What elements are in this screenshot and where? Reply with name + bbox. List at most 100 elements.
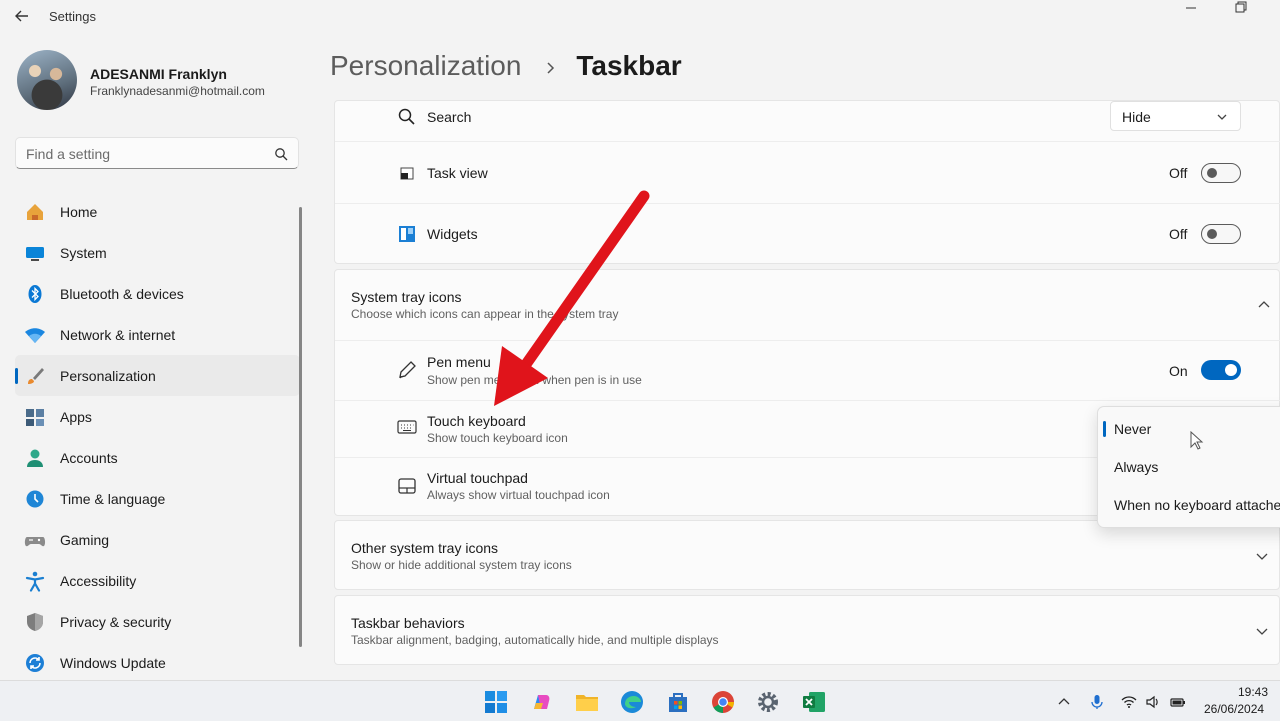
- store-icon[interactable]: [665, 689, 691, 715]
- task-view-toggle[interactable]: [1201, 163, 1241, 183]
- chevron-right-icon: [547, 62, 554, 74]
- setting-title: Touch keyboard: [427, 413, 526, 429]
- clock-time[interactable]: 19:43: [1238, 685, 1268, 699]
- sidebar-item-windows-update[interactable]: Windows Update: [15, 642, 300, 683]
- setting-subtitle: Show touch keyboard icon: [427, 431, 568, 445]
- sidebar-item-apps[interactable]: Apps: [15, 396, 300, 437]
- app-title: Settings: [49, 9, 96, 24]
- search-icon: [398, 108, 415, 125]
- search-icon[interactable]: [274, 147, 288, 161]
- gaming-icon: [24, 537, 46, 547]
- section-subtitle: Show or hide additional system tray icon…: [351, 558, 572, 572]
- search-mode-dropdown[interactable]: Hide: [1110, 101, 1241, 131]
- sidebar-item-system[interactable]: System: [15, 232, 300, 273]
- menu-option-when-no-keyboard[interactable]: When no keyboard attached: [1114, 497, 1280, 513]
- setting-title: Pen menu: [427, 354, 491, 370]
- sidebar-item-bluetooth[interactable]: Bluetooth & devices: [15, 273, 300, 314]
- volume-icon[interactable]: [1145, 694, 1161, 710]
- menu-option-always[interactable]: Always: [1114, 459, 1158, 475]
- chevron-down-icon: [1217, 114, 1227, 120]
- sidebar-item-accounts[interactable]: Accounts: [15, 437, 300, 478]
- wifi-icon: [25, 328, 45, 343]
- chevron-down-icon[interactable]: [1255, 624, 1269, 638]
- chrome-icon[interactable]: [710, 689, 736, 715]
- pen-menu-toggle[interactable]: [1201, 360, 1241, 380]
- page-title: Taskbar: [576, 50, 682, 81]
- windows-update-icon: [26, 654, 44, 672]
- taskbar-behaviors-card[interactable]: Taskbar behaviors Taskbar alignment, bad…: [334, 595, 1280, 665]
- toggle-state-label: Off: [1169, 226, 1188, 242]
- toggle-knob: [1207, 168, 1217, 178]
- setting-title: Search: [427, 109, 472, 125]
- search-input[interactable]: Find a setting: [15, 137, 299, 169]
- shield-icon: [27, 613, 43, 631]
- section-title: Other system tray icons: [351, 540, 499, 556]
- widgets-toggle[interactable]: [1201, 224, 1241, 244]
- setting-title: Virtual touchpad: [427, 470, 528, 486]
- settings-gear-icon[interactable]: [755, 689, 781, 715]
- toggle-knob: [1207, 229, 1217, 239]
- edge-browser-icon[interactable]: [619, 689, 645, 715]
- sidebar-scrollbar[interactable]: [299, 207, 302, 647]
- chevron-up-icon[interactable]: [1257, 298, 1271, 312]
- section-title: Taskbar behaviors: [351, 615, 465, 631]
- start-icon[interactable]: [483, 689, 509, 715]
- sidebar-item-label: Network & internet: [60, 327, 176, 343]
- avatar: [17, 50, 77, 110]
- sidebar-item-time-language[interactable]: Time & language: [15, 478, 300, 519]
- section-title: System tray icons: [351, 289, 462, 305]
- restore-icon[interactable]: [1218, 0, 1264, 22]
- file-explorer-icon[interactable]: [574, 689, 600, 715]
- wifi-icon[interactable]: [1121, 694, 1137, 710]
- search-placeholder: Find a setting: [26, 146, 111, 162]
- sidebar-item-label: Personalization: [60, 368, 156, 384]
- back-arrow-icon[interactable]: [12, 6, 32, 26]
- sidebar-item-personalization[interactable]: Personalization: [15, 355, 300, 396]
- accessibility-icon: [25, 571, 45, 592]
- chevron-up-icon[interactable]: [1056, 694, 1072, 710]
- user-name: ADESANMI Franklyn: [90, 66, 227, 82]
- task-view-icon: [400, 167, 414, 180]
- sidebar-item-label: Accessibility: [60, 573, 137, 589]
- sidebar-nav: Home System Bluetooth & devices Network …: [15, 191, 300, 683]
- sidebar-item-label: Privacy & security: [60, 614, 172, 630]
- setting-subtitle: Show pen menu icon when pen is in use: [427, 373, 642, 387]
- sidebar-item-home[interactable]: Home: [15, 191, 300, 232]
- chevron-down-icon[interactable]: [1255, 549, 1269, 563]
- pen-icon: [399, 361, 416, 379]
- setting-title: Widgets: [427, 226, 478, 242]
- sidebar-item-label: Time & language: [60, 491, 166, 507]
- sidebar-item-label: Accounts: [60, 450, 118, 466]
- windows-taskbar: 19:43 26/06/2024: [0, 680, 1280, 721]
- brush-icon: [28, 368, 44, 384]
- battery-icon[interactable]: [1170, 694, 1186, 710]
- toggle-state-label: Off: [1169, 165, 1188, 181]
- microphone-icon[interactable]: [1089, 694, 1105, 710]
- sidebar-item-label: Gaming: [60, 532, 110, 548]
- excel-icon[interactable]: [801, 689, 827, 715]
- sidebar-item-privacy[interactable]: Privacy & security: [15, 601, 300, 642]
- toggle-knob: [1225, 364, 1237, 376]
- other-tray-icons-card[interactable]: Other system tray icons Show or hide add…: [334, 520, 1280, 590]
- sidebar-item-gaming[interactable]: Gaming: [15, 519, 300, 560]
- minimize-icon[interactable]: [1168, 0, 1214, 22]
- menu-option-never[interactable]: Never: [1114, 421, 1151, 437]
- home-icon: [27, 204, 43, 220]
- sidebar-item-label: Bluetooth & devices: [60, 286, 184, 302]
- system-tray-header[interactable]: System tray icons Choose which icons can…: [335, 270, 1280, 340]
- keyboard-icon: [397, 420, 417, 434]
- section-subtitle: Taskbar alignment, badging, automaticall…: [351, 633, 719, 647]
- sidebar-item-accessibility[interactable]: Accessibility: [15, 560, 300, 601]
- section-subtitle: Choose which icons can appear in the sys…: [351, 307, 619, 321]
- sidebar-item-network[interactable]: Network & internet: [15, 314, 300, 355]
- copilot-icon[interactable]: [529, 689, 555, 715]
- clock-date[interactable]: 26/06/2024: [1204, 702, 1264, 716]
- setting-subtitle: Always show virtual touchpad icon: [427, 488, 610, 502]
- selection-indicator: [15, 368, 18, 384]
- breadcrumb-parent[interactable]: Personalization: [330, 50, 521, 81]
- widgets-icon: [399, 226, 415, 242]
- sidebar-item-label: Home: [60, 204, 98, 220]
- setting-row-pen-menu: Pen menu Show pen menu icon when pen is …: [335, 341, 1280, 400]
- setting-title: Task view: [427, 165, 488, 181]
- sidebar-item-label: Windows Update: [60, 655, 166, 671]
